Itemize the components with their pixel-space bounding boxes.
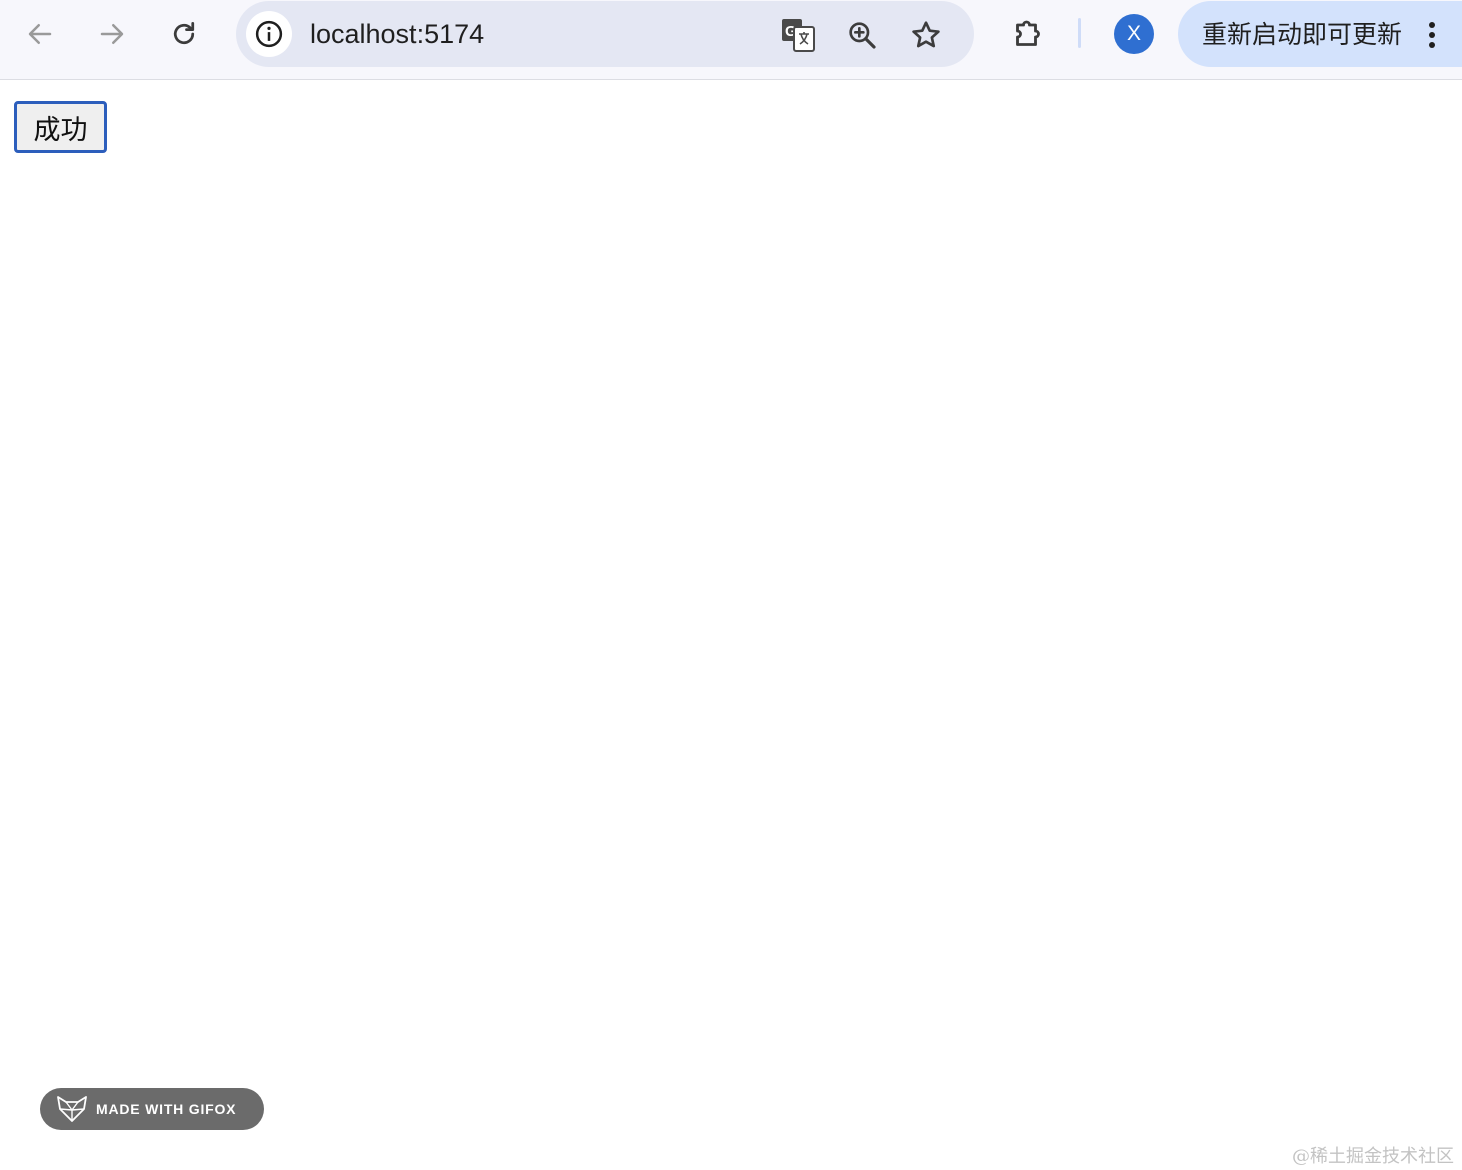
gifox-badge: MADE WITH GIFOX bbox=[40, 1088, 264, 1130]
browser-toolbar: localhost:5174 G X 重新启动即可更新 bbox=[0, 0, 1462, 80]
info-icon bbox=[255, 20, 283, 48]
zoom-in-icon bbox=[849, 22, 876, 49]
kebab-menu-icon bbox=[1429, 22, 1435, 48]
bookmark-button[interactable] bbox=[906, 15, 946, 55]
arrow-left-icon bbox=[28, 24, 52, 44]
update-label: 重新启动即可更新 bbox=[1202, 20, 1403, 49]
reload-button[interactable] bbox=[164, 14, 204, 54]
update-chip[interactable]: 重新启动即可更新 bbox=[1178, 1, 1462, 67]
fox-logo-icon bbox=[57, 1096, 87, 1122]
star-icon bbox=[912, 21, 940, 48]
page-content: 成功 bbox=[0, 81, 1462, 1170]
extensions-button[interactable] bbox=[1006, 14, 1050, 54]
translate-icon: G bbox=[782, 19, 815, 52]
zoom-button[interactable] bbox=[842, 15, 882, 55]
browser-menu-button[interactable] bbox=[1418, 15, 1446, 55]
site-info-button[interactable] bbox=[246, 11, 292, 57]
arrow-right-icon bbox=[100, 24, 124, 44]
profile-avatar[interactable]: X bbox=[1114, 14, 1154, 54]
url-text[interactable]: localhost:5174 bbox=[310, 17, 484, 51]
gifox-label: MADE WITH GIFOX bbox=[96, 1101, 237, 1117]
translate-button[interactable]: G bbox=[778, 15, 818, 55]
forward-button[interactable] bbox=[92, 14, 132, 54]
success-button[interactable]: 成功 bbox=[14, 101, 107, 153]
address-bar[interactable]: localhost:5174 G bbox=[236, 1, 974, 67]
reload-icon bbox=[173, 22, 195, 45]
watermark: @稀土掘金技术社区 bbox=[1292, 1146, 1454, 1167]
toolbar-divider bbox=[1078, 18, 1081, 48]
back-button[interactable] bbox=[20, 14, 60, 54]
puzzle-icon bbox=[1016, 20, 1040, 46]
